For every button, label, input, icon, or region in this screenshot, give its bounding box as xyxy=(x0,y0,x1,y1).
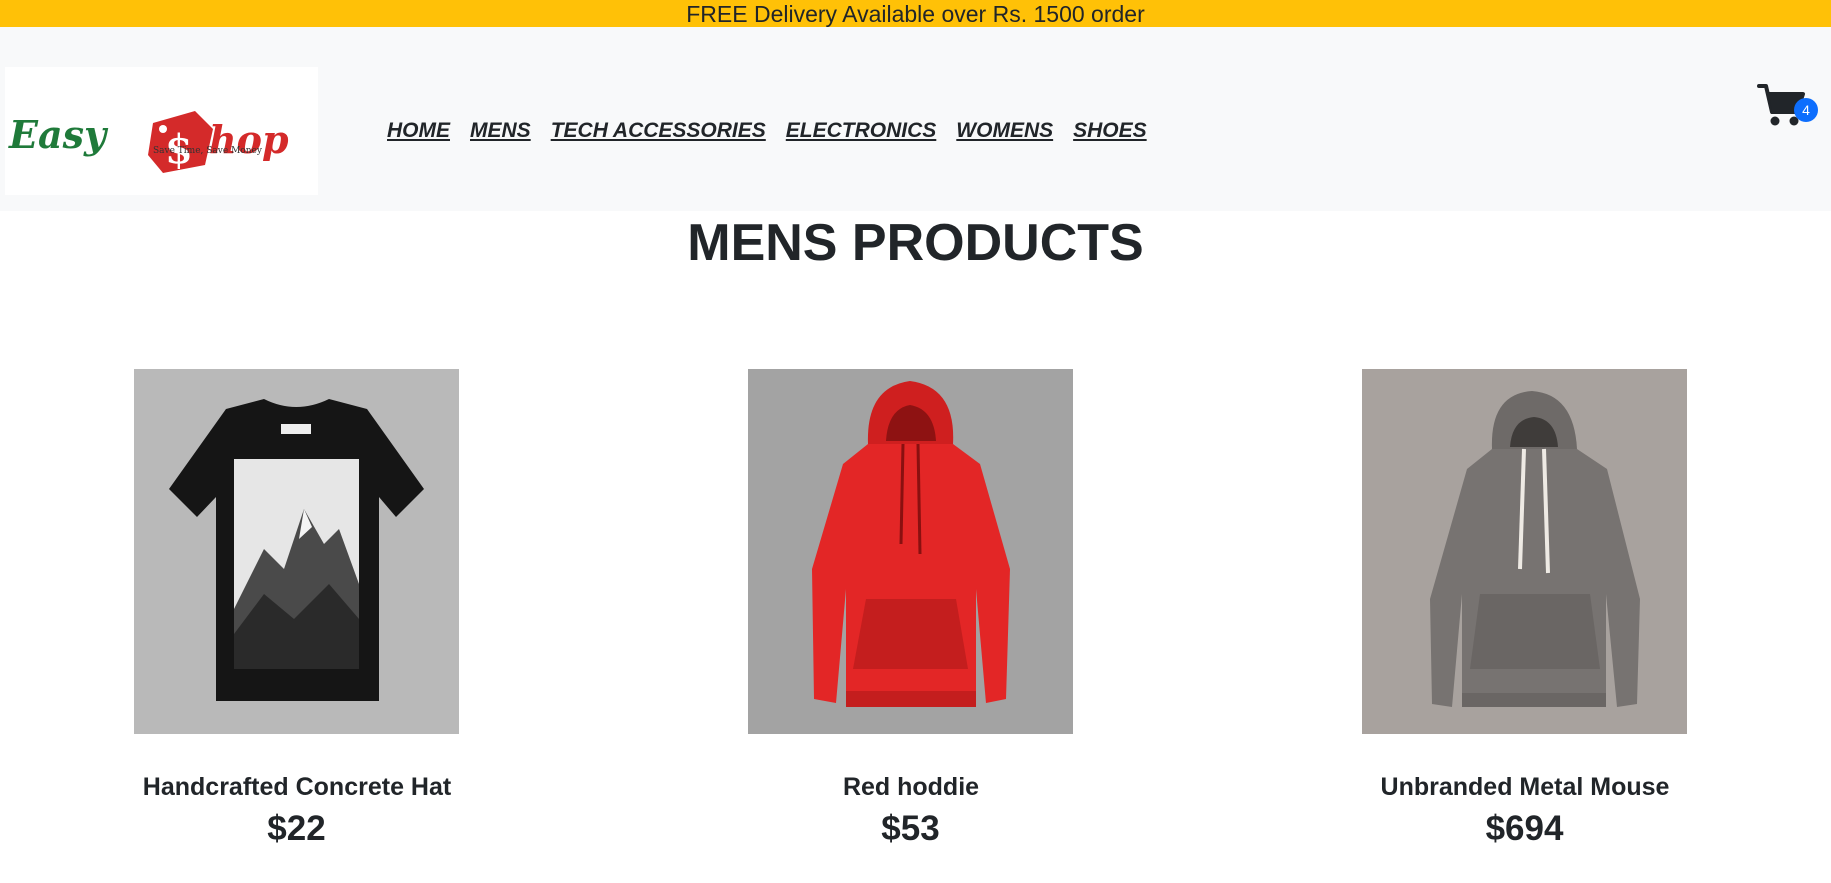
promo-text: FREE Delivery Available over Rs. 1500 or… xyxy=(686,1,1145,27)
black-tshirt-image xyxy=(134,369,459,734)
logo-tagline: Save Time, Save Money xyxy=(153,146,263,156)
main-nav: HOME MENS TECH ACCESSORIES ELECTRONICS W… xyxy=(387,119,1147,143)
product-name[interactable]: Handcrafted Concrete Hat xyxy=(47,770,547,804)
cart-count-badge: 4 xyxy=(1794,98,1818,122)
product-image[interactable] xyxy=(748,369,1073,734)
product-price: $694 xyxy=(1485,809,1564,848)
nav-tech-accessories[interactable]: TECH ACCESSORIES xyxy=(551,119,766,143)
logo[interactable]: Easy $ hop Save Time, Save Money xyxy=(5,67,318,195)
product-name[interactable]: Red hoddie xyxy=(661,770,1161,804)
product-price: $53 xyxy=(881,809,940,848)
product-card[interactable]: Handcrafted Concrete Hat $22 xyxy=(134,369,459,850)
product-name[interactable]: Unbranded Metal Mouse xyxy=(1275,770,1775,804)
product-card[interactable]: Unbranded Metal Mouse $694 xyxy=(1362,369,1687,850)
product-image[interactable] xyxy=(134,369,459,734)
promo-bar: FREE Delivery Available over Rs. 1500 or… xyxy=(0,0,1831,27)
product-image[interactable] xyxy=(1362,369,1687,734)
product-price: $22 xyxy=(267,809,326,848)
logo-word-easy: Easy xyxy=(8,112,109,157)
red-hoodie-image xyxy=(748,369,1073,734)
nav-mens[interactable]: MENS xyxy=(470,119,531,143)
nav-shoes[interactable]: SHOES xyxy=(1073,119,1147,143)
site-header: Easy $ hop Save Time, Save Money HOME ME… xyxy=(0,27,1831,211)
nav-electronics[interactable]: ELECTRONICS xyxy=(786,119,937,143)
nav-home[interactable]: HOME xyxy=(387,119,450,143)
grey-hoodie-image xyxy=(1362,369,1687,734)
product-card[interactable]: Red hoddie $53 xyxy=(748,369,1073,850)
logo-graphic: Easy $ hop Save Time, Save Money xyxy=(8,111,289,173)
nav-womens[interactable]: WOMENS xyxy=(956,119,1053,143)
page-title: MENS PRODUCTS xyxy=(687,214,1144,272)
